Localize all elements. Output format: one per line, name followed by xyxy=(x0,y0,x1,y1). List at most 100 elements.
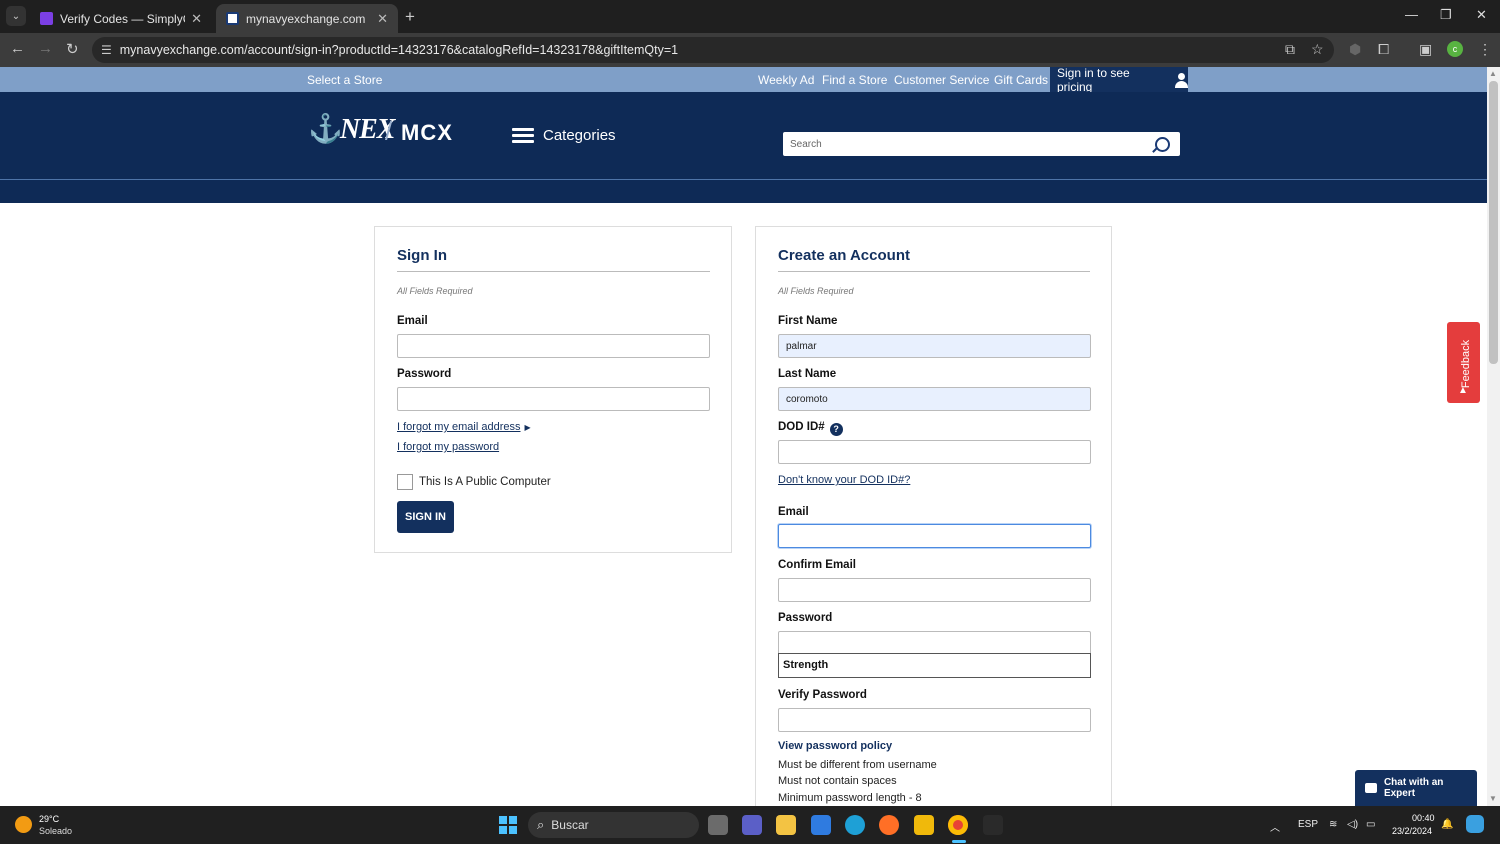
side-panel-icon[interactable]: ▣ xyxy=(1419,41,1432,58)
find-store-link[interactable]: Find a Store xyxy=(822,73,887,87)
minimize-button[interactable]: — xyxy=(1405,7,1418,22)
firefox-icon[interactable] xyxy=(879,815,899,835)
tab-mynavyexchange[interactable]: mynavyexchange.com ✕ xyxy=(216,4,398,33)
nex-logo[interactable]: ⚓NEX xyxy=(308,112,395,146)
site-info-icon[interactable]: ☰ xyxy=(101,43,112,57)
new-tab-button[interactable]: + xyxy=(405,7,415,27)
chevron-up-icon[interactable]: ︿ xyxy=(1270,819,1280,834)
hamburger-menu-icon xyxy=(512,127,534,144)
notification-bell-icon[interactable]: 🔔 xyxy=(1441,819,1453,830)
clock-date[interactable]: 23/2/2024 xyxy=(1392,826,1432,836)
search-input[interactable] xyxy=(783,132,1143,156)
verify-password-field[interactable] xyxy=(778,708,1091,732)
forward-button[interactable]: → xyxy=(38,40,53,57)
public-computer-checkbox[interactable] xyxy=(397,474,413,490)
volume-icon[interactable]: ◁) xyxy=(1347,819,1358,830)
task-view-icon[interactable] xyxy=(708,815,728,835)
arrow-up-icon: ▲ xyxy=(1458,385,1468,396)
required-note: All Fields Required xyxy=(397,286,473,296)
translate-icon[interactable]: ⧉ xyxy=(1285,41,1295,58)
customer-service-link[interactable]: Customer Service xyxy=(894,73,989,87)
forgot-email-link[interactable]: I forgot my email address ▶ xyxy=(397,421,531,433)
create-password-field[interactable] xyxy=(778,631,1091,655)
chat-with-expert-button[interactable]: Chat with an Expert xyxy=(1355,770,1477,806)
public-computer-label[interactable]: This Is A Public Computer xyxy=(419,476,551,488)
feedback-label: Feedback xyxy=(1460,339,1472,389)
help-icon[interactable]: ? xyxy=(829,423,843,436)
address-bar[interactable]: ☰ mynavyexchange.com/account/sign-in?pro… xyxy=(92,37,1334,63)
verify-password-label: Verify Password xyxy=(778,689,867,701)
extensions-puzzle-icon[interactable]: ⧠ xyxy=(1378,41,1389,58)
confirm-email-field[interactable] xyxy=(778,578,1091,602)
scroll-thumb[interactable] xyxy=(1489,81,1498,364)
logo-divider: / xyxy=(385,116,393,146)
gift-cards-link[interactable]: Gift Cards xyxy=(994,73,1048,87)
restore-button[interactable]: ❐ xyxy=(1440,7,1452,23)
battery-icon[interactable]: ▭ xyxy=(1366,819,1375,830)
back-button[interactable]: ← xyxy=(10,40,25,57)
store-icon[interactable] xyxy=(811,815,831,835)
sign-in-password-field[interactable] xyxy=(397,387,710,411)
clock-time[interactable]: 00:40 xyxy=(1412,813,1435,823)
taskbar-search[interactable]: ⌕ Buscar xyxy=(528,812,699,838)
caret-right-icon: ▶ xyxy=(524,423,531,432)
browser-menu-icon[interactable]: ⋮ xyxy=(1478,41,1492,58)
profile-avatar[interactable]: c xyxy=(1447,41,1463,57)
header-divider xyxy=(0,179,1487,180)
policy-rule: Must not contain spaces xyxy=(778,775,897,787)
search-icon: ⌕ xyxy=(537,817,545,832)
url-text[interactable]: mynavyexchange.com/account/sign-in?produ… xyxy=(120,43,678,57)
page-scrollbar[interactable]: ▲ ▼ xyxy=(1487,67,1500,806)
teams-icon[interactable] xyxy=(742,815,762,835)
bookmark-star-icon[interactable]: ☆ xyxy=(1311,41,1324,58)
language-indicator[interactable]: ESP xyxy=(1298,819,1318,830)
dod-id-field[interactable] xyxy=(778,440,1091,464)
simplycodes-favicon-icon xyxy=(40,12,53,25)
email-label: Email xyxy=(397,315,428,327)
close-icon[interactable]: ✕ xyxy=(377,11,388,27)
select-store-link[interactable]: Select a Store xyxy=(307,73,382,87)
browser-toolbar: ← → ↻ ☰ mynavyexchange.com/account/sign-… xyxy=(0,33,1500,67)
search-icon[interactable] xyxy=(1155,137,1170,152)
sign-in-email-field[interactable] xyxy=(397,334,710,358)
weather-description[interactable]: Soleado xyxy=(39,826,72,836)
tab-simplycodes[interactable]: Verify Codes — SimplyCodes ✕ xyxy=(30,4,212,33)
create-email-field[interactable] xyxy=(778,524,1091,548)
browser-tab-bar: ⌄ Verify Codes — SimplyCodes ✕ mynavyexc… xyxy=(0,0,1500,33)
close-icon[interactable]: ✕ xyxy=(191,11,202,27)
sign-in-panel: Sign In All Fields Required Email Passwo… xyxy=(374,226,732,553)
dod-id-help-link[interactable]: Don't know your DOD ID#? xyxy=(778,474,910,486)
file-explorer-icon[interactable] xyxy=(776,815,796,835)
sun-weather-icon[interactable] xyxy=(15,816,32,833)
app-icon[interactable] xyxy=(983,815,1003,835)
chrome-icon[interactable] xyxy=(948,815,968,835)
edge-icon[interactable] xyxy=(845,815,865,835)
forgot-password-link[interactable]: I forgot my password xyxy=(397,441,499,453)
copilot-icon[interactable] xyxy=(1466,815,1484,833)
categories-button[interactable]: Categories xyxy=(512,127,616,144)
mcx-logo[interactable]: MCX xyxy=(401,120,453,146)
sign-in-pricing-button[interactable]: Sign in to see pricing xyxy=(1050,66,1188,94)
scroll-up-icon[interactable]: ▲ xyxy=(1489,69,1497,78)
anchor-icon: ⚓ xyxy=(308,114,343,145)
tab-title: mynavyexchange.com xyxy=(246,11,366,26)
binance-icon[interactable] xyxy=(914,815,934,835)
categories-label: Categories xyxy=(543,127,616,144)
scroll-down-icon[interactable]: ▼ xyxy=(1489,794,1497,803)
wifi-icon[interactable]: ≋ xyxy=(1329,819,1337,830)
first-name-field[interactable] xyxy=(778,334,1091,358)
reload-button[interactable]: ↻ xyxy=(66,40,79,58)
last-name-field[interactable] xyxy=(778,387,1091,411)
weather-temperature[interactable]: 29°C xyxy=(39,814,59,824)
tab-search-button[interactable]: ⌄ xyxy=(6,6,26,26)
windows-start-icon[interactable] xyxy=(499,816,517,834)
view-password-policy-link[interactable]: View password policy xyxy=(778,740,892,752)
extension-icon[interactable]: ⬢ xyxy=(1349,41,1361,58)
tab-title: Verify Codes — SimplyCodes xyxy=(60,11,185,26)
site-top-nav: Select a Store Weekly Ad Find a Store Cu… xyxy=(0,66,1487,94)
sign-in-button[interactable]: SIGN IN xyxy=(397,501,454,533)
weekly-ad-link[interactable]: Weekly Ad xyxy=(758,73,814,87)
close-window-button[interactable]: ✕ xyxy=(1476,7,1487,23)
feedback-tab[interactable]: Feedback ▲ xyxy=(1447,322,1480,403)
chat-label: Chat with an Expert xyxy=(1383,777,1444,799)
